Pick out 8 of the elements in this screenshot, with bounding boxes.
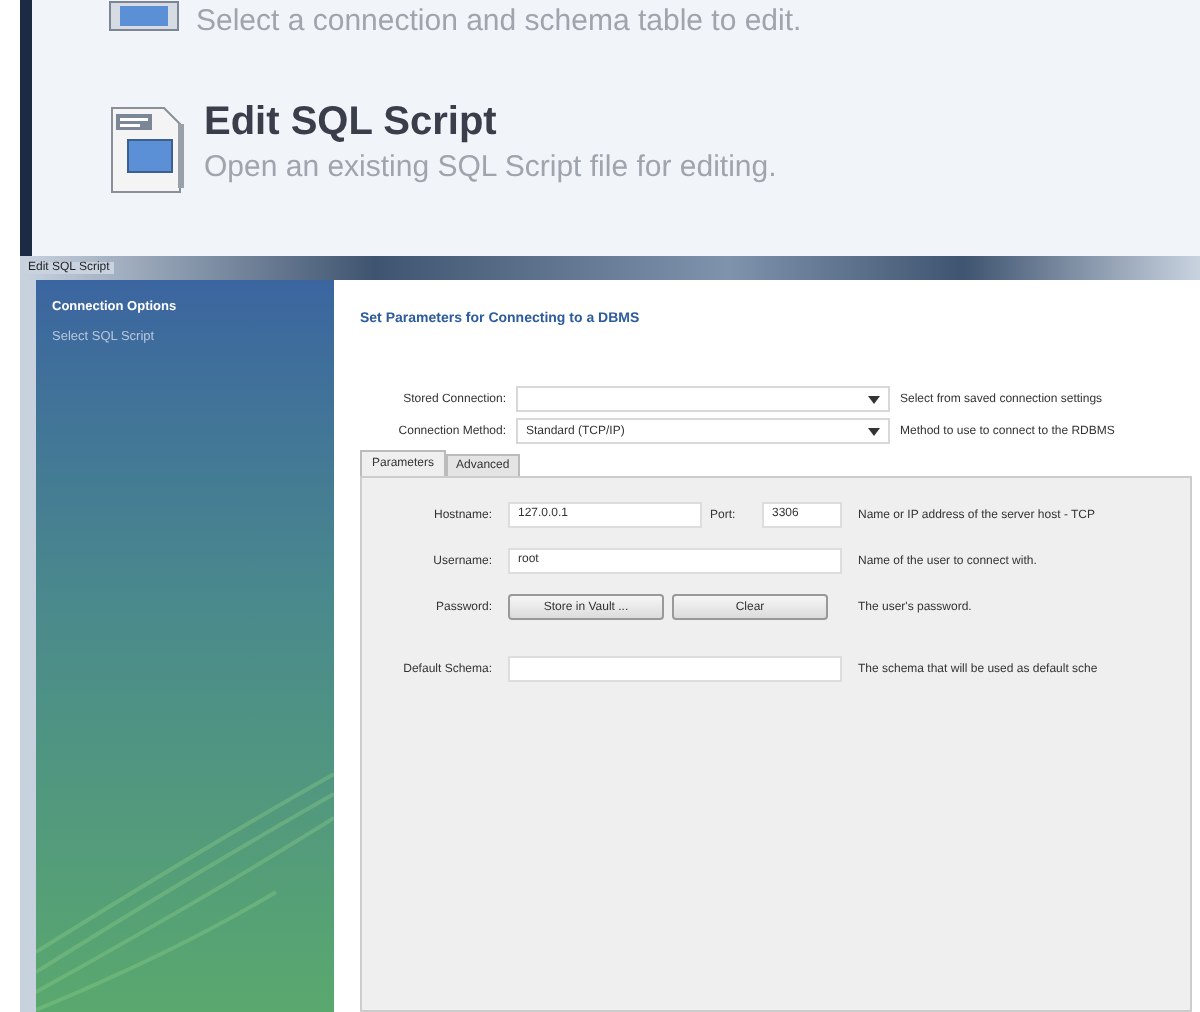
input-field[interactable] [508, 656, 842, 682]
dropdown[interactable] [516, 386, 890, 412]
item-description: Open an existing SQL Script file for editing. [204, 148, 777, 188]
item-description: Select a connection and schema table to edit. [196, 4, 802, 40]
item-title[interactable]: Edit SQL Script [204, 96, 777, 148]
caret-icon [868, 395, 880, 403]
caret-icon [868, 427, 880, 435]
document-icon [108, 0, 184, 36]
